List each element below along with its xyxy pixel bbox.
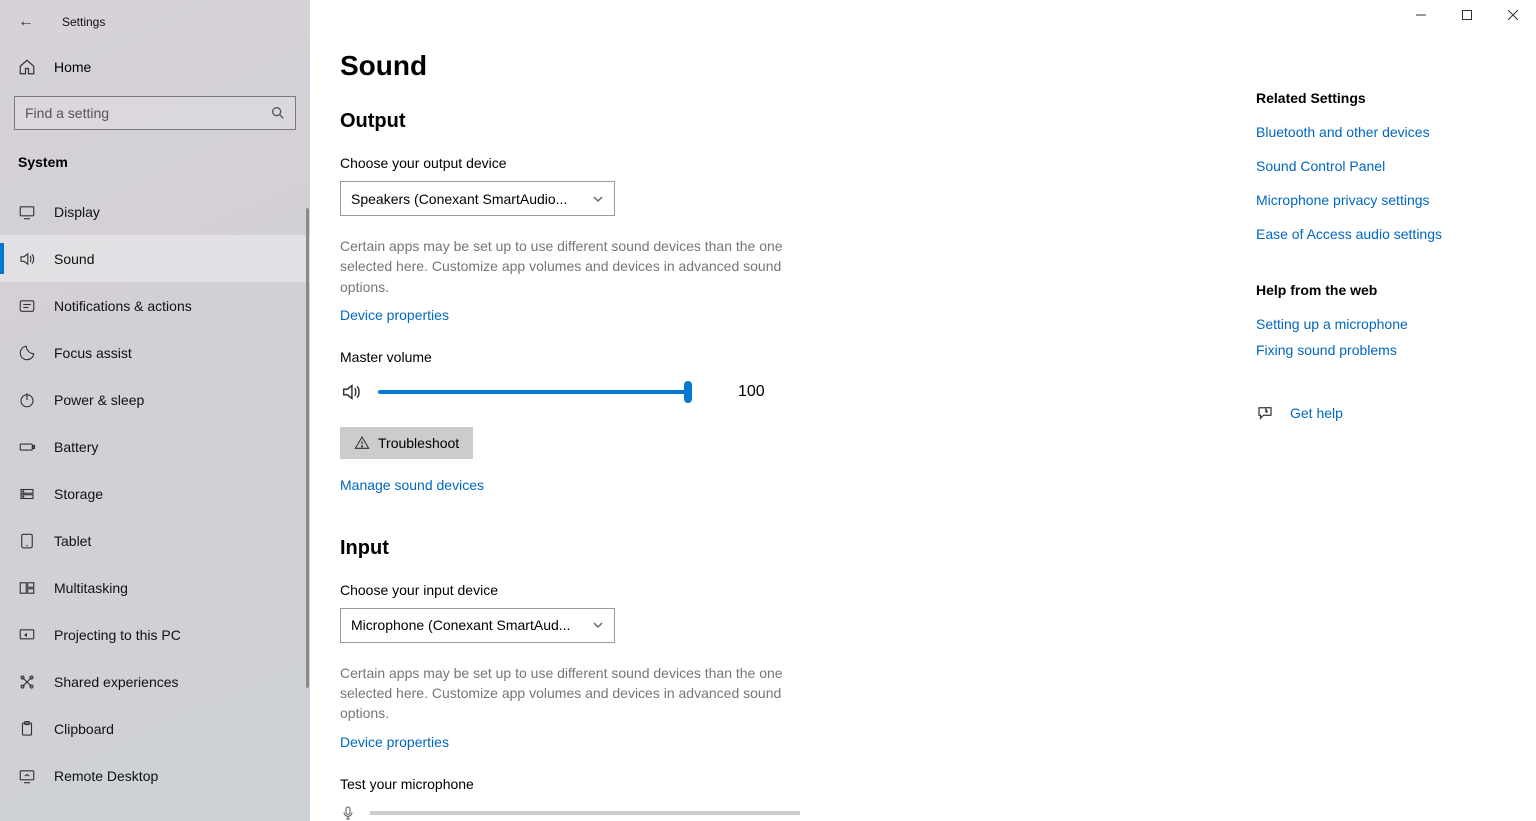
sidebar-item-power-sleep[interactable]: Power & sleep [0, 376, 310, 423]
related-settings-heading: Related Settings [1256, 90, 1516, 106]
content: Sound Output Choose your output device S… [310, 0, 1256, 821]
sidebar-nav: Display Sound Notifications & actions Fo… [0, 188, 310, 799]
sidebar: ← Settings Home System Display Sound Not… [0, 0, 310, 821]
sidebar-item-shared-experiences[interactable]: Shared experiences [0, 658, 310, 705]
related-link-mic-privacy[interactable]: Microphone privacy settings [1256, 192, 1516, 208]
input-note: Certain apps may be set up to use differ… [340, 663, 790, 724]
sidebar-item-focus-assist[interactable]: Focus assist [0, 329, 310, 376]
master-volume-label: Master volume [340, 349, 1256, 365]
get-help-row[interactable]: Get help [1256, 404, 1516, 422]
home-icon [18, 58, 36, 76]
input-device-combo[interactable]: Microphone (Conexant SmartAud... [340, 608, 615, 643]
sidebar-item-label: Battery [54, 439, 98, 455]
search-input[interactable] [14, 96, 296, 130]
window-close[interactable] [1490, 0, 1536, 30]
power-icon [18, 391, 36, 409]
sidebar-item-label: Remote Desktop [54, 768, 158, 784]
battery-icon [18, 438, 36, 456]
help-heading: Help from the web [1256, 282, 1516, 298]
volume-icon [340, 381, 362, 403]
sidebar-item-label: Sound [54, 251, 94, 267]
output-heading: Output [340, 110, 1256, 133]
sidebar-item-projecting[interactable]: Projecting to this PC [0, 611, 310, 658]
sidebar-item-sound[interactable]: Sound [0, 235, 310, 282]
slider-thumb[interactable] [684, 381, 692, 403]
chevron-down-icon [592, 619, 604, 631]
input-heading: Input [340, 537, 1256, 560]
output-note: Certain apps may be set up to use differ… [340, 236, 790, 297]
sidebar-item-battery[interactable]: Battery [0, 423, 310, 470]
input-device-properties-link[interactable]: Device properties [340, 734, 449, 750]
window-minimize[interactable] [1398, 0, 1444, 30]
sidebar-item-label: Display [54, 204, 100, 220]
output-device-value: Speakers (Conexant SmartAudio... [351, 191, 567, 207]
mic-level-bar [370, 811, 800, 815]
input-device-label: Choose your input device [340, 582, 1256, 598]
sound-icon [18, 250, 36, 268]
help-link-fixing-sound[interactable]: Fixing sound problems [1256, 342, 1516, 358]
get-help-link[interactable]: Get help [1290, 405, 1343, 421]
sidebar-item-clipboard[interactable]: Clipboard [0, 705, 310, 752]
sidebar-group-label: System [0, 144, 310, 188]
chevron-down-icon [592, 193, 604, 205]
input-device-value: Microphone (Conexant SmartAud... [351, 617, 570, 633]
sidebar-item-remote-desktop[interactable]: Remote Desktop [0, 752, 310, 799]
help-link-setup-mic[interactable]: Setting up a microphone [1256, 316, 1516, 332]
sidebar-item-label: Clipboard [54, 721, 114, 737]
back-button[interactable]: ← [18, 13, 34, 31]
page-title: Sound [340, 50, 1256, 82]
projecting-icon [18, 626, 36, 644]
master-volume-slider[interactable] [378, 390, 688, 394]
app-title: Settings [62, 15, 105, 29]
clipboard-icon [18, 720, 36, 738]
sidebar-item-label: Storage [54, 486, 103, 502]
sidebar-item-notifications[interactable]: Notifications & actions [0, 282, 310, 329]
related-link-bluetooth[interactable]: Bluetooth and other devices [1256, 124, 1516, 140]
sidebar-item-label: Shared experiences [54, 674, 179, 690]
warning-icon [354, 435, 370, 451]
shared-experiences-icon [18, 673, 36, 691]
sidebar-item-display[interactable]: Display [0, 188, 310, 235]
tablet-icon [18, 532, 36, 550]
storage-icon [18, 485, 36, 503]
manage-sound-devices-link[interactable]: Manage sound devices [340, 477, 484, 493]
output-device-combo[interactable]: Speakers (Conexant SmartAudio... [340, 181, 615, 216]
sidebar-scrollbar[interactable] [306, 208, 309, 688]
related-link-ease-of-access[interactable]: Ease of Access audio settings [1256, 226, 1516, 242]
search-icon [270, 105, 286, 121]
sidebar-item-multitasking[interactable]: Multitasking [0, 564, 310, 611]
get-help-icon [1256, 404, 1274, 422]
troubleshoot-button[interactable]: Troubleshoot [340, 427, 473, 459]
sidebar-item-label: Power & sleep [54, 392, 144, 408]
focus-assist-icon [18, 344, 36, 362]
window-maximize[interactable] [1444, 0, 1490, 30]
related-panel: Related Settings Bluetooth and other dev… [1256, 0, 1536, 821]
related-link-sound-control-panel[interactable]: Sound Control Panel [1256, 158, 1516, 174]
sidebar-item-label: Projecting to this PC [54, 627, 181, 643]
troubleshoot-label: Troubleshoot [378, 435, 459, 451]
sidebar-item-label: Multitasking [54, 580, 128, 596]
master-volume-value: 100 [738, 383, 765, 401]
sidebar-item-label: Focus assist [54, 345, 132, 361]
sidebar-home-label: Home [54, 59, 91, 75]
microphone-icon [340, 802, 356, 821]
output-device-properties-link[interactable]: Device properties [340, 307, 449, 323]
sidebar-item-label: Notifications & actions [54, 298, 192, 314]
sidebar-item-label: Tablet [54, 533, 91, 549]
sidebar-home[interactable]: Home [0, 44, 310, 90]
multitasking-icon [18, 579, 36, 597]
display-icon [18, 203, 36, 221]
output-device-label: Choose your output device [340, 155, 1256, 171]
notifications-icon [18, 297, 36, 315]
window-controls [1398, 0, 1536, 30]
remote-desktop-icon [18, 767, 36, 785]
sidebar-item-storage[interactable]: Storage [0, 470, 310, 517]
test-mic-label: Test your microphone [340, 776, 1256, 792]
sidebar-item-tablet[interactable]: Tablet [0, 517, 310, 564]
